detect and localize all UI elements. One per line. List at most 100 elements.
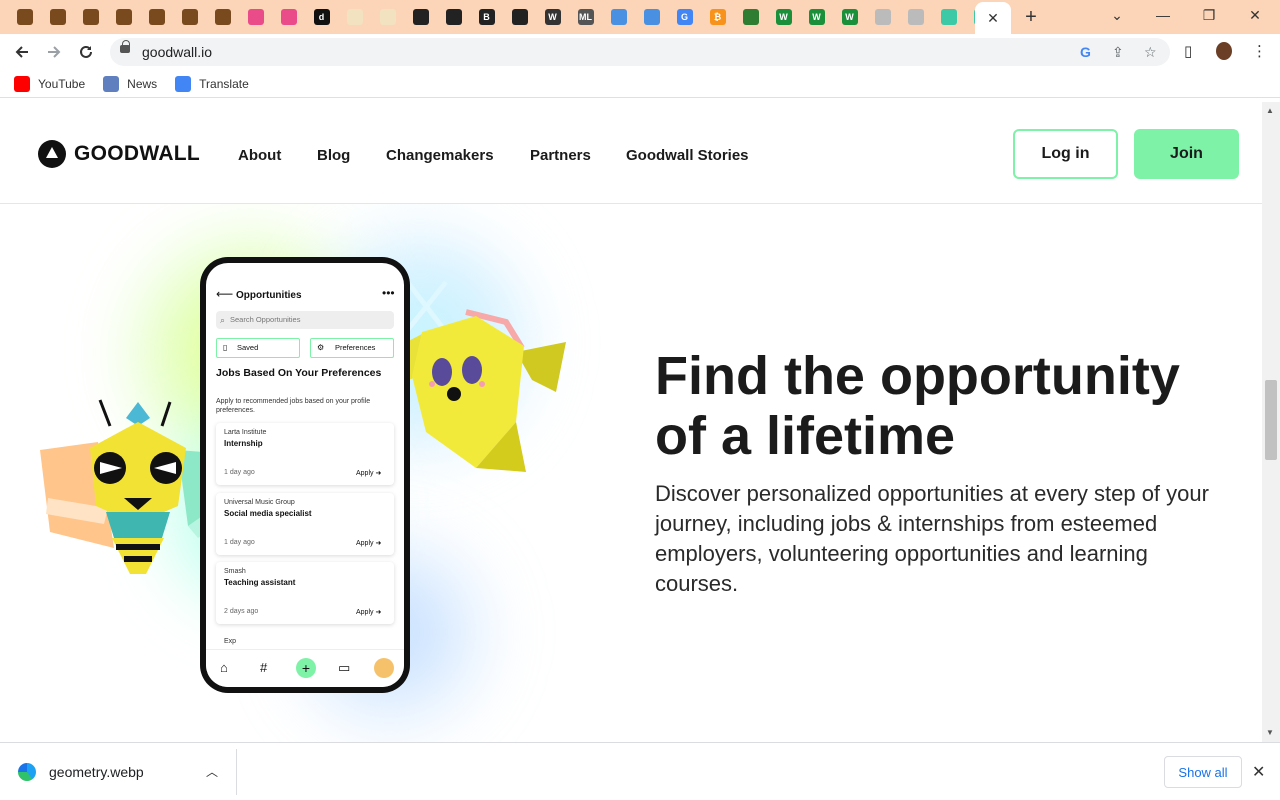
book-icon	[82, 9, 99, 25]
google-lens-icon[interactable]: G	[1080, 44, 1091, 60]
browser-tab[interactable]	[866, 0, 899, 34]
browser-tab[interactable]: W	[800, 0, 833, 34]
job-company: Larta Institute	[224, 429, 267, 436]
browser-tab[interactable]	[41, 0, 74, 34]
browser-tab[interactable]	[272, 0, 305, 34]
nav-partners[interactable]: Partners	[530, 147, 591, 164]
scroll-down-arrow-icon[interactable]: ▼	[1266, 728, 1274, 737]
browser-tab[interactable]: d	[305, 0, 338, 34]
browser-tab[interactable]	[140, 0, 173, 34]
bookmark-youtube[interactable]: YouTube	[14, 75, 85, 92]
page-viewport: ⟵ Opportunities ••• Search Opportunities…	[0, 102, 1262, 742]
show-all-button[interactable]: Show all	[1164, 756, 1242, 788]
browser-tab[interactable]	[437, 0, 470, 34]
ml-icon: ML	[577, 9, 594, 25]
browser-tab[interactable]: W	[536, 0, 569, 34]
browser-tab[interactable]	[635, 0, 668, 34]
phone-search-field: Search Opportunities	[216, 311, 394, 329]
share-icon[interactable]: ⇪	[1112, 44, 1124, 61]
forward-button[interactable]	[40, 38, 68, 66]
download-file-name[interactable]: geometry.webp	[49, 764, 144, 780]
globe-icon	[412, 9, 429, 25]
phone-avatar	[374, 658, 394, 678]
window-close-button[interactable]: ✕	[1232, 0, 1278, 30]
b-icon: B	[478, 9, 495, 25]
browser-tab[interactable]: W	[767, 0, 800, 34]
join-button[interactable]: Join	[1134, 129, 1239, 179]
bookmark-star-icon[interactable]: ☆	[1144, 44, 1157, 61]
browser-tab[interactable]	[74, 0, 107, 34]
browser-tab[interactable]	[206, 0, 239, 34]
browser-tab[interactable]	[734, 0, 767, 34]
download-shelf-close-icon[interactable]: ✕	[1252, 762, 1265, 782]
job-card: Larta Institute Internship 1 day ago App…	[216, 423, 394, 485]
address-bar[interactable]: goodwall.io G ⇪ ☆	[110, 38, 1170, 66]
side-panel-icon[interactable]: ▯	[1184, 42, 1192, 60]
book-icon	[148, 9, 165, 25]
w-icon: W	[841, 9, 858, 25]
browser-tab[interactable]	[404, 0, 437, 34]
tab-strip: d B W ML G ₿ W W W ✕ + ⌄ — ❐ ✕	[0, 0, 1280, 34]
browser-tab[interactable]	[932, 0, 965, 34]
active-tab[interactable]: ✕	[975, 2, 1011, 34]
browser-tab[interactable]: B	[470, 0, 503, 34]
page-icon	[346, 9, 363, 25]
globe-icon	[445, 9, 462, 25]
bookmark-news[interactable]: News	[103, 75, 157, 92]
browser-tab[interactable]	[338, 0, 371, 34]
nav-goodwall-stories[interactable]: Goodwall Stories	[626, 147, 749, 164]
browser-tab[interactable]	[8, 0, 41, 34]
browser-tab[interactable]	[107, 0, 140, 34]
scroll-up-arrow-icon[interactable]: ▲	[1266, 106, 1274, 115]
browser-tab[interactable]: W	[833, 0, 866, 34]
goodwall-logo[interactable]: GOODWALL	[38, 140, 200, 168]
job-age: 1 day ago	[224, 539, 255, 546]
menu-kebab-icon[interactable]: ⋮	[1252, 42, 1267, 60]
nav-blog[interactable]: Blog	[317, 147, 350, 164]
browser-tab[interactable]: ML	[569, 0, 602, 34]
job-age: 2 days ago	[224, 608, 259, 615]
browser-tab[interactable]	[173, 0, 206, 34]
new-tab-button[interactable]: +	[1020, 6, 1042, 28]
download-divider	[236, 749, 237, 795]
profile-avatar[interactable]	[1216, 42, 1232, 60]
browser-tab[interactable]	[239, 0, 272, 34]
browser-tab[interactable]: G	[668, 0, 701, 34]
tab-search-button[interactable]: ⌄	[1094, 0, 1140, 30]
phone-section-heading: Jobs Based On Your Preferences	[216, 367, 382, 379]
tab-close-icon[interactable]: ✕	[987, 10, 999, 27]
bookmark-translate[interactable]: Translate	[175, 75, 249, 92]
browser-tab[interactable]	[371, 0, 404, 34]
nav-changemakers[interactable]: Changemakers	[386, 147, 494, 164]
browser-tab[interactable]	[602, 0, 635, 34]
dribbble-icon	[280, 9, 297, 25]
minimize-button[interactable]: —	[1140, 0, 1186, 30]
browser-tab[interactable]	[899, 0, 932, 34]
scrollbar-thumb[interactable]	[1265, 380, 1277, 460]
download-item[interactable]: geometry.webp	[18, 763, 144, 781]
browser-tab[interactable]: ₿	[701, 0, 734, 34]
phone-more-icon: •••	[382, 286, 395, 300]
site-header: GOODWALL About Blog Changemakers Partner…	[0, 102, 1262, 204]
download-shelf: geometry.webp ︿ Show all ✕	[0, 742, 1280, 800]
page-scrollbar[interactable]: ▲ ▼	[1262, 102, 1280, 742]
restore-button[interactable]: ❐	[1186, 0, 1232, 30]
phone-chip-preferences: ⚙ Preferences	[310, 338, 394, 358]
nav-about[interactable]: About	[238, 147, 281, 164]
book-icon	[181, 9, 198, 25]
job-role: Social media specialist	[224, 509, 312, 518]
reddit-icon	[643, 9, 660, 25]
login-button[interactable]: Log in	[1013, 129, 1118, 179]
tab-favicon-list: d B W ML G ₿ W W W	[8, 0, 998, 34]
webflow-icon: W	[544, 9, 561, 25]
back-button[interactable]	[8, 38, 36, 66]
chevron-up-icon[interactable]: ︿	[206, 763, 218, 780]
browser-tab[interactable]	[503, 0, 536, 34]
job-company-partial: Exp	[224, 638, 237, 645]
translate-icon	[175, 75, 192, 92]
reload-button[interactable]	[72, 38, 100, 66]
url-text[interactable]: goodwall.io	[142, 44, 212, 60]
w-icon: W	[808, 9, 825, 25]
chat-icon: ▭	[338, 660, 351, 675]
swirl-icon	[940, 9, 957, 25]
